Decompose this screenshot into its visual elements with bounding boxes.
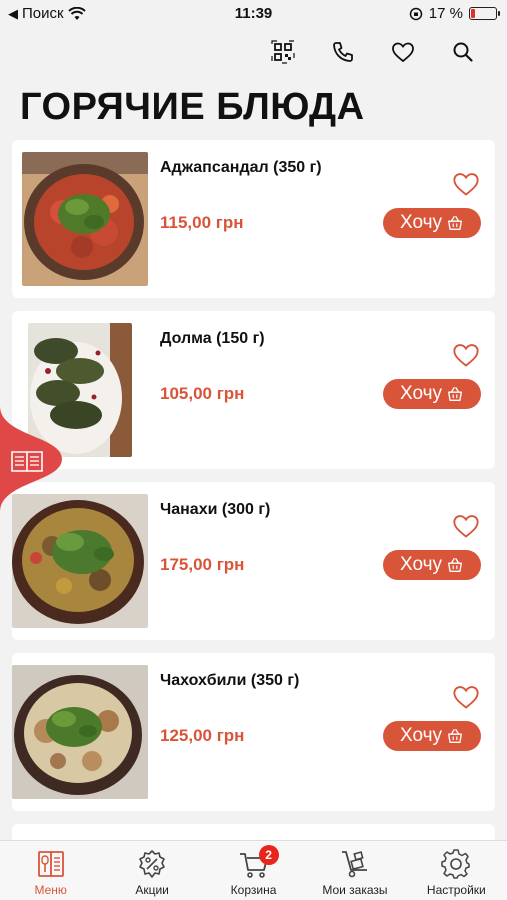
top-toolbar bbox=[253, 34, 493, 70]
want-button-label: Хочу bbox=[399, 554, 442, 575]
battery-level bbox=[471, 9, 475, 18]
tab-label: Настройки bbox=[426, 883, 486, 897]
basket-icon bbox=[448, 387, 462, 401]
want-button[interactable]: Хочу bbox=[383, 550, 481, 580]
hand-truck-icon bbox=[341, 851, 367, 878]
bottom-tab-bar: Меню Акции 2 Корзина Мои заказы Настройк… bbox=[0, 840, 507, 900]
battery-percent: 17 % bbox=[428, 5, 463, 22]
product-name: Чанахи (300 г) bbox=[160, 501, 271, 518]
heart-icon bbox=[392, 42, 414, 63]
favorite-heart-icon[interactable] bbox=[451, 683, 481, 711]
product-image-chanakhi[interactable] bbox=[12, 494, 148, 628]
tab-label: Акции bbox=[135, 883, 169, 897]
product-name: Аджапсандал (350 г) bbox=[160, 159, 322, 176]
call-button[interactable] bbox=[313, 34, 373, 70]
battery-icon bbox=[469, 7, 500, 20]
product-name: Чахохбили (350 г) bbox=[160, 672, 300, 689]
favorite-heart-icon[interactable] bbox=[451, 512, 481, 540]
product-card[interactable]: Чахохбили (350 г) 125,00 грн Хочу bbox=[12, 653, 495, 811]
tab-label: Мои заказы bbox=[322, 883, 388, 897]
search-icon bbox=[453, 42, 473, 62]
want-button[interactable]: Хочу bbox=[383, 208, 481, 238]
product-card[interactable]: Аджапсандал (350 г) 115,00 грн Хочу bbox=[12, 140, 495, 298]
want-button-label: Хочу bbox=[399, 212, 442, 233]
tab-label: Корзина bbox=[230, 883, 277, 897]
discount-badge-icon bbox=[139, 850, 165, 878]
tab-cart[interactable]: 2 Корзина bbox=[203, 841, 304, 900]
tab-settings[interactable]: Настройки bbox=[406, 841, 507, 900]
product-price: 105,00 грн bbox=[160, 384, 245, 403]
menu-book-icon bbox=[37, 851, 64, 877]
status-bar: ◀ Поиск 11:39 17 % bbox=[0, 0, 507, 30]
qr-scan-button[interactable] bbox=[253, 34, 313, 70]
tab-promotions[interactable]: Акции bbox=[101, 841, 202, 900]
cart-count-badge: 2 bbox=[258, 845, 279, 865]
favorite-heart-icon[interactable] bbox=[451, 170, 481, 198]
orientation-lock-icon bbox=[409, 7, 423, 20]
product-image-chakhokhbili[interactable] bbox=[12, 665, 148, 799]
page-title: ГОРЯЧИЕ БЛЮДА bbox=[20, 86, 365, 128]
product-price: 125,00 грн bbox=[160, 726, 245, 745]
product-name: Долма (150 г) bbox=[160, 330, 265, 347]
gear-icon bbox=[441, 849, 471, 879]
want-button[interactable]: Хочу bbox=[383, 721, 481, 751]
product-list: Аджапсандал (350 г) 115,00 грн Хочу Долм… bbox=[12, 140, 495, 857]
product-price: 175,00 грн bbox=[160, 555, 245, 574]
tab-menu[interactable]: Меню bbox=[0, 841, 101, 900]
want-button-label: Хочу bbox=[399, 383, 442, 404]
basket-icon bbox=[448, 729, 462, 743]
product-card[interactable]: Чанахи (300 г) 175,00 грн Хочу bbox=[12, 482, 495, 640]
tab-label: Меню bbox=[34, 883, 67, 897]
product-image-adjapsandali[interactable] bbox=[22, 152, 148, 286]
search-button[interactable] bbox=[433, 34, 493, 70]
basket-icon bbox=[448, 216, 462, 230]
qr-code-icon bbox=[271, 40, 295, 64]
side-menu-tab[interactable] bbox=[0, 406, 62, 512]
product-price: 115,00 грн bbox=[160, 213, 244, 232]
favorites-button[interactable] bbox=[373, 34, 433, 70]
phone-icon bbox=[333, 42, 353, 62]
basket-icon bbox=[448, 558, 462, 572]
favorite-heart-icon[interactable] bbox=[451, 341, 481, 369]
tab-my-orders[interactable]: Мои заказы bbox=[304, 841, 405, 900]
want-button-label: Хочу bbox=[399, 725, 442, 746]
want-button[interactable]: Хочу bbox=[383, 379, 481, 409]
product-card[interactable]: Долма (150 г) 105,00 грн Хочу bbox=[12, 311, 495, 469]
